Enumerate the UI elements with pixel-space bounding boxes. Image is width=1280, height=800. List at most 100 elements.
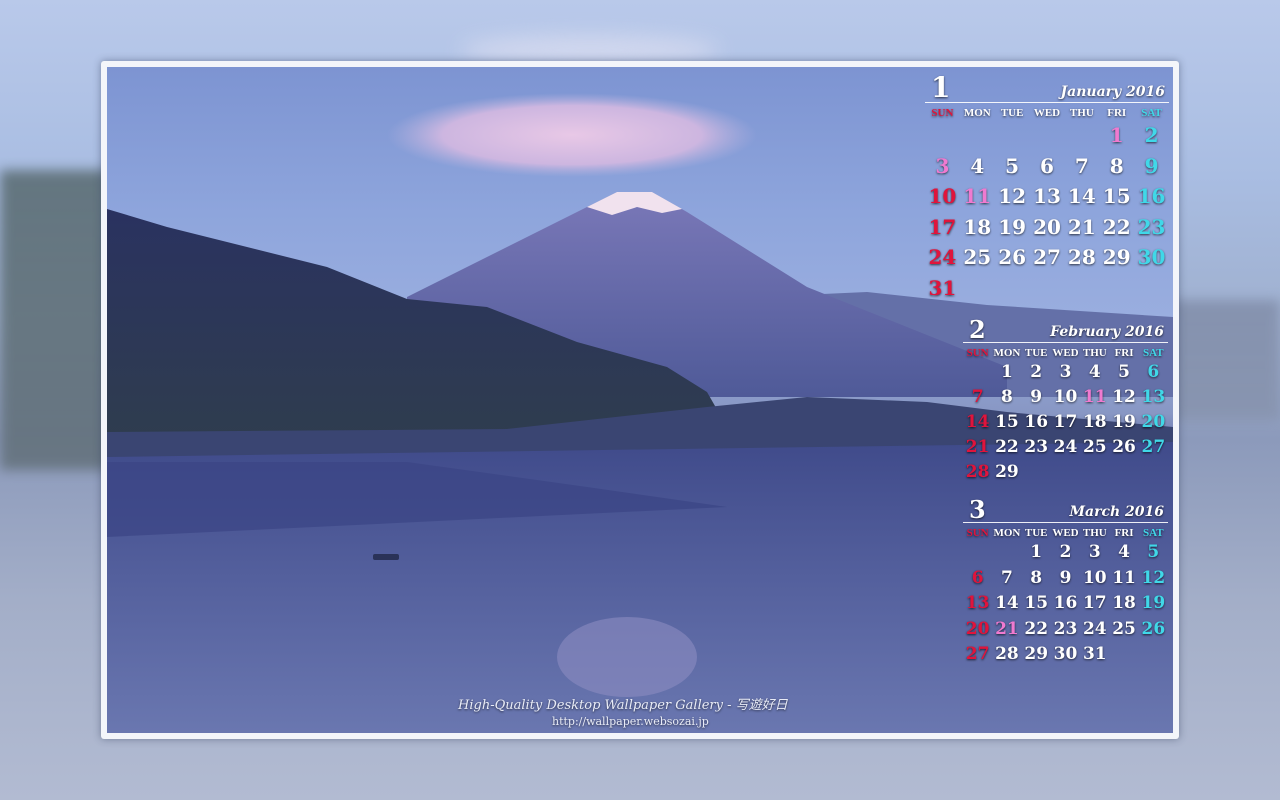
calendar-day: 6 — [971, 567, 984, 588]
calendar-day: 27 — [1141, 437, 1166, 457]
month-name: February 2016 — [1050, 324, 1164, 340]
boat — [373, 554, 399, 560]
calendar-day: 17 — [1053, 412, 1078, 432]
calendar-day: 13 — [1141, 387, 1166, 407]
calendar-day: 28 — [995, 644, 1019, 664]
background-hill-left — [0, 170, 110, 470]
weekday-header: SUN — [966, 347, 989, 359]
calendar-day: 14 — [995, 593, 1019, 613]
calendar-day: 5 — [1118, 362, 1130, 382]
calendar-day: 12 — [1141, 567, 1166, 588]
weekday-header: MON — [993, 527, 1021, 539]
calendar-day: 15 — [995, 412, 1019, 432]
calendar-day: 17 — [1082, 593, 1107, 613]
calendar-day: 22 — [995, 437, 1019, 457]
calendar-day: 15 — [1102, 184, 1131, 208]
calendar-day: 2 — [1030, 362, 1043, 382]
calendar-day: 1 — [1001, 362, 1013, 382]
calendar-day: 6 — [1040, 153, 1054, 178]
calendar-day: 23 — [1024, 437, 1049, 457]
weekday-header: SUN — [931, 107, 954, 119]
weekday-header: WED — [1052, 527, 1079, 539]
calendar-day: 29 — [1102, 245, 1131, 269]
calendar-day: 8 — [1030, 567, 1043, 588]
calendar-day: 15 — [1024, 593, 1049, 613]
calendar-day: 20 — [1033, 214, 1061, 239]
weekday-header: THU — [1082, 347, 1107, 359]
weekday-header: TUE — [1024, 347, 1048, 359]
weekday-header: SAT — [1141, 107, 1162, 119]
calendar-day: 17 — [928, 214, 957, 239]
calendar-day: 25 — [1112, 618, 1136, 639]
calendar-day — [995, 119, 1030, 150]
month-name: January 2016 — [1060, 84, 1165, 100]
calendar-day: 12 — [1112, 387, 1136, 407]
calendar-day: 12 — [998, 184, 1027, 208]
calendar-day — [963, 359, 992, 384]
calendar-day — [992, 539, 1021, 565]
calendar-day: 18 — [963, 214, 992, 239]
weekday-header: MON — [963, 107, 991, 119]
lenticular-cloud — [387, 93, 757, 177]
calendar-day — [1134, 272, 1169, 303]
calendar-day: 28 — [1067, 245, 1096, 269]
calendar-header: 3 March 2016 — [963, 495, 1168, 524]
calendar-day: 29 — [995, 462, 1019, 482]
calendar-day: 14 — [1067, 184, 1096, 208]
calendar-grid: SUN MON TUE WED THU FRI SAT 1 2 3 4 5 6 7 8 9 10 11 12 13 14… — [963, 523, 1168, 667]
calendar-day — [1099, 272, 1134, 303]
calendar-day: 31 — [1082, 644, 1107, 664]
calendar-day — [1051, 459, 1080, 484]
calendar-day: 7 — [1074, 153, 1089, 178]
calendar-day — [925, 119, 960, 150]
month-name: March 2016 — [1069, 504, 1165, 520]
calendar-day: 4 — [970, 153, 985, 178]
calendar-day — [995, 272, 1030, 303]
weekday-header: SAT — [1143, 527, 1164, 539]
credit-title: High-Quality Desktop Wallpaper Gallery -… — [458, 698, 788, 713]
calendar-day: 20 — [1141, 412, 1166, 432]
calendar-day — [1109, 459, 1138, 484]
calendar-day: 3 — [1088, 542, 1101, 562]
calendar-day: 1 — [1030, 542, 1043, 562]
calendar-day — [1139, 641, 1168, 667]
calendar-day: 9 — [1030, 387, 1043, 407]
calendar-day: 7 — [1001, 567, 1013, 588]
calendar-march: 3 March 2016 SUN MON TUE WED THU FRI SAT 1 2 3 4 5 6… — [963, 495, 1168, 667]
calendar-day: 1 — [1109, 123, 1124, 147]
credit-url: http://wallpaper.websozai.jp — [552, 715, 709, 728]
calendar-day: 10 — [928, 184, 957, 208]
weekday-header: THU — [1082, 527, 1107, 539]
calendar-day: 13 — [965, 593, 990, 613]
calendar-day — [1022, 459, 1051, 484]
weekday-header: THU — [1069, 107, 1094, 119]
calendar-day: 27 — [1033, 245, 1061, 269]
weekday-header: SAT — [1143, 347, 1164, 359]
calendar-day: 23 — [1053, 618, 1078, 639]
calendar-day — [1030, 272, 1065, 303]
calendar-day: 18 — [1082, 412, 1107, 432]
calendar-day: 28 — [965, 462, 990, 482]
calendar-day: 9 — [1059, 567, 1072, 588]
calendar-grid: SUN MON TUE WED THU FRI SAT 1 2 3 4 5 6 7 8 9 10 11 12 13 14… — [925, 103, 1169, 302]
calendar-day: 8 — [1001, 387, 1013, 407]
calendar-day: 8 — [1109, 153, 1124, 178]
calendar-day: 3 — [1059, 362, 1072, 382]
calendar-day: 26 — [1112, 437, 1136, 457]
month-number: 1 — [931, 71, 951, 104]
calendar-day: 30 — [1053, 644, 1078, 664]
calendar-day: 18 — [1112, 593, 1136, 613]
calendar-day: 20 — [965, 618, 990, 639]
weekday-header: TUE — [1024, 527, 1048, 539]
calendar-day: 16 — [1053, 593, 1078, 613]
calendar-day: 14 — [965, 412, 990, 432]
calendar-day: 26 — [998, 245, 1027, 269]
weekday-header: WED — [1052, 347, 1079, 359]
background-hill-right — [1170, 300, 1280, 420]
calendar-day: 24 — [1053, 437, 1078, 457]
calendar-day: 24 — [1082, 618, 1107, 639]
calendar-day: 16 — [1024, 412, 1049, 432]
calendar-day: 16 — [1137, 184, 1166, 208]
weekday-header: SUN — [966, 527, 989, 539]
calendar-day — [960, 272, 995, 303]
